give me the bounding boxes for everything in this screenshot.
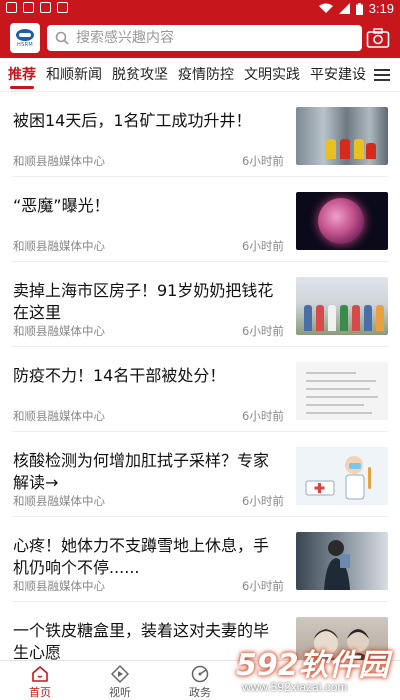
logo-text: HSRM <box>17 41 33 48</box>
notification-icon <box>6 2 17 13</box>
notification-icons <box>6 2 68 13</box>
play-icon <box>111 665 129 683</box>
government-icon <box>191 665 209 683</box>
tab-safety-construction[interactable]: 平安建设 <box>310 58 366 92</box>
tab-epidemic-control[interactable]: 疫情防控 <box>178 58 234 92</box>
signal-icon <box>338 3 350 14</box>
nav-government[interactable]: 政务 <box>170 661 230 700</box>
news-time: 6小时前 <box>242 154 284 168</box>
nav-government-label: 政务 <box>189 686 211 699</box>
news-time: 6小时前 <box>242 579 284 593</box>
news-source: 和顺县融媒体中心 <box>13 324 105 338</box>
search-header: HSRM <box>0 18 400 58</box>
news-title[interactable]: “恶魔”曝光！ <box>13 195 283 217</box>
nav-audiovisual-label: 视听 <box>109 686 131 699</box>
news-thumbnail[interactable] <box>296 532 388 590</box>
news-time: 6小时前 <box>242 239 284 253</box>
system-indicators: 3:19 <box>318 1 394 16</box>
news-feed: 被困14天后，1名矿工成功升井！ 和顺县融媒体中心 6小时前 “恶魔”曝光！ 和… <box>0 92 400 660</box>
watermark-url: www.592xiazai.com <box>242 680 348 694</box>
search-bar[interactable] <box>47 25 362 51</box>
nav-home[interactable]: 首页 <box>10 661 70 700</box>
news-title[interactable]: 防疫不力！14名干部被处分！ <box>13 365 283 387</box>
news-source: 和顺县融媒体中心 <box>13 409 105 423</box>
news-item[interactable]: “恶魔”曝光！ 和顺县融媒体中心 6小时前 <box>12 177 388 262</box>
news-source: 和顺县融媒体中心 <box>13 154 105 168</box>
news-time: 6小时前 <box>242 324 284 338</box>
status-time: 3:19 <box>368 1 394 16</box>
news-source: 和顺县融媒体中心 <box>13 579 105 593</box>
news-source: 和顺县融媒体中心 <box>13 239 105 253</box>
photo-illustration <box>324 540 350 590</box>
search-icon <box>55 31 69 45</box>
news-item[interactable]: 被困14天后，1名矿工成功升井！ 和顺县融媒体中心 6小时前 <box>12 92 388 177</box>
notification-icon <box>23 2 34 13</box>
news-title[interactable]: 卖掉上海市区房子！91岁奶奶把钱花在这里 <box>13 280 283 324</box>
news-thumbnail[interactable] <box>296 277 388 335</box>
news-item[interactable]: 卖掉上海市区房子！91岁奶奶把钱花在这里 和顺县融媒体中心 6小时前 <box>12 262 388 347</box>
news-thumbnail[interactable] <box>296 447 388 505</box>
tab-recommend[interactable]: 推荐 <box>8 58 36 92</box>
tab-poverty-alleviation[interactable]: 脱贫攻坚 <box>112 58 168 92</box>
news-thumbnail[interactable] <box>296 362 388 420</box>
news-item[interactable]: 核酸检测为何增加肛拭子采样？专家解读→ 和顺县融媒体中心 6小时前 <box>12 432 388 517</box>
news-time: 6小时前 <box>242 409 284 423</box>
notification-icon <box>57 2 68 13</box>
watermark-title: 592软件园 <box>236 648 389 683</box>
logo-mark <box>16 28 34 41</box>
status-bar: 3:19 <box>0 0 400 18</box>
news-title[interactable]: 被困14天后，1名矿工成功升井！ <box>13 110 283 132</box>
news-thumbnail[interactable] <box>296 107 388 165</box>
news-item[interactable]: 防疫不力！14名干部被处分！ 和顺县融媒体中心 6小时前 <box>12 347 388 432</box>
tab-civilization-practice[interactable]: 文明实践 <box>244 58 300 92</box>
nav-home-label: 首页 <box>29 686 51 699</box>
site-watermark: 592软件园 www.592xiazai.com <box>236 640 400 700</box>
notification-icon <box>40 2 51 13</box>
camera-icon[interactable] <box>366 27 390 49</box>
app-logo[interactable]: HSRM <box>10 23 40 53</box>
nav-audiovisual[interactable]: 视听 <box>90 661 150 700</box>
tab-heshun-news[interactable]: 和顺新闻 <box>46 58 102 92</box>
channel-tabs: 推荐 和顺新闻 脱贫攻坚 疫情防控 文明实践 平安建设 <box>0 58 400 92</box>
menu-icon[interactable] <box>374 67 390 83</box>
news-thumbnail[interactable] <box>296 192 388 250</box>
wifi-icon <box>318 3 333 13</box>
news-source: 和顺县融媒体中心 <box>13 494 105 508</box>
search-input[interactable] <box>76 30 346 46</box>
news-title[interactable]: 核酸检测为何增加肛拭子采样？专家解读→ <box>13 450 283 494</box>
news-title[interactable]: 心疼！她体力不支蹲雪地上休息，手机仍响个不停...... <box>13 535 283 579</box>
battery-icon <box>355 2 363 15</box>
news-time: 6小时前 <box>242 494 284 508</box>
medical-illustration <box>305 456 371 500</box>
home-icon <box>32 666 48 682</box>
news-item[interactable]: 心疼！她体力不支蹲雪地上休息，手机仍响个不停...... 和顺县融媒体中心 6小… <box>12 517 388 602</box>
